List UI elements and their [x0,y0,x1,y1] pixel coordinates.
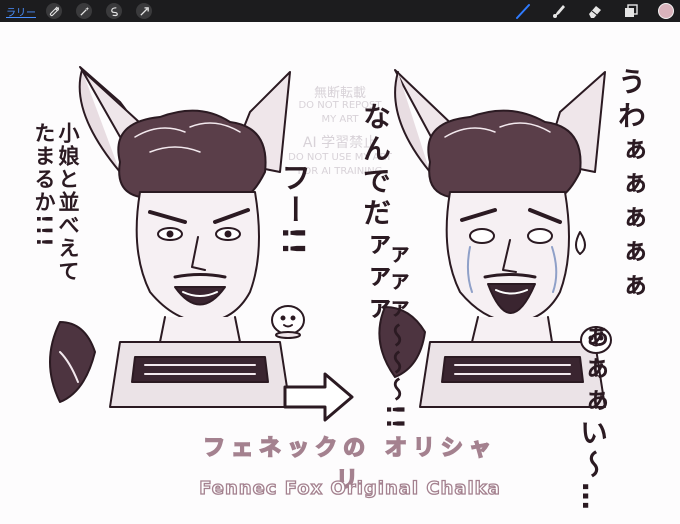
selection-icon[interactable] [106,3,122,19]
left-speech-text: 小娘と並べえて たまるか!!! [32,122,80,283]
left-character-figure [49,66,291,408]
left-exclaim-text: フー!! [275,162,310,258]
magic-wand-icon[interactable] [76,3,92,19]
right-speech-text-2: ァァァ～～～!! [381,242,409,432]
top-toolbar: ラリー [0,0,680,22]
eraser-icon[interactable] [586,2,604,20]
layers-icon[interactable] [622,2,640,20]
smudge-icon[interactable] [550,2,568,20]
transform-arrow-icon[interactable] [136,3,152,19]
gallery-link[interactable]: ラリー [6,4,36,19]
title-english: Fennec Fox Original Chalka [199,477,501,499]
color-picker-swatch[interactable] [658,3,674,19]
wrench-icon[interactable] [46,3,62,19]
brush-icon[interactable] [514,2,532,20]
right-speech-text-4: ぁぁぁい～… [576,322,609,514]
small-blob-left [271,305,305,339]
drawing-canvas[interactable]: 無断転載 DO NOT REPOST MY ART AI 学習禁止 DO NOT… [0,22,680,524]
right-arrow-symbol [283,372,354,422]
right-speech-text-3: うわぁぁぁぁぁ [614,67,647,305]
